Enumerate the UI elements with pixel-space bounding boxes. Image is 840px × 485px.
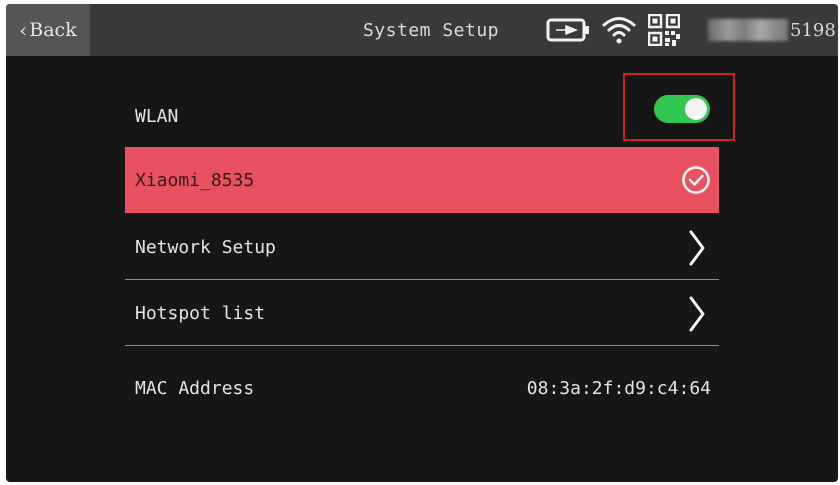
obscured-device-id <box>708 19 788 41</box>
page-title: System Setup <box>362 19 500 41</box>
mac-address-row: MAC Address 08:3a:2f:d9:c4:64 <box>125 356 719 420</box>
top-bar: ‹ Back System Setup 5198 <box>6 4 838 56</box>
hotspot-list-row[interactable]: Hotspot list <box>125 282 719 346</box>
wlan-toggle[interactable] <box>654 95 710 123</box>
selected-network-row[interactable]: Xiaomi_8535 <box>125 147 719 213</box>
device-id-suffix: 5198 <box>790 19 836 41</box>
device-id: 5198 <box>708 16 836 44</box>
hotspot-list-label: Hotspot list <box>135 303 266 324</box>
toggle-knob <box>685 98 707 120</box>
back-button[interactable]: ‹ Back <box>6 4 90 56</box>
qr-code-icon <box>648 14 680 46</box>
battery-charging-icon <box>546 18 589 42</box>
status-icons <box>546 10 680 50</box>
selected-network-label: Xiaomi_8535 <box>135 169 255 191</box>
wifi-icon <box>602 17 636 44</box>
highlight-box <box>623 73 735 141</box>
chevron-right-icon <box>689 296 705 331</box>
back-label: Back <box>29 19 77 41</box>
mac-address-value: 08:3a:2f:d9:c4:64 <box>526 377 711 399</box>
mac-address-label: MAC Address <box>135 377 255 399</box>
device-screen: ‹ Back System Setup 5198 WLAN Xiaomi_853… <box>6 4 838 482</box>
chevron-left-icon: ‹ <box>19 18 28 42</box>
check-circle-icon <box>682 166 710 194</box>
network-setup-label: Network Setup <box>135 237 276 258</box>
chevron-right-icon <box>689 230 705 265</box>
network-setup-row[interactable]: Network Setup <box>125 216 719 280</box>
